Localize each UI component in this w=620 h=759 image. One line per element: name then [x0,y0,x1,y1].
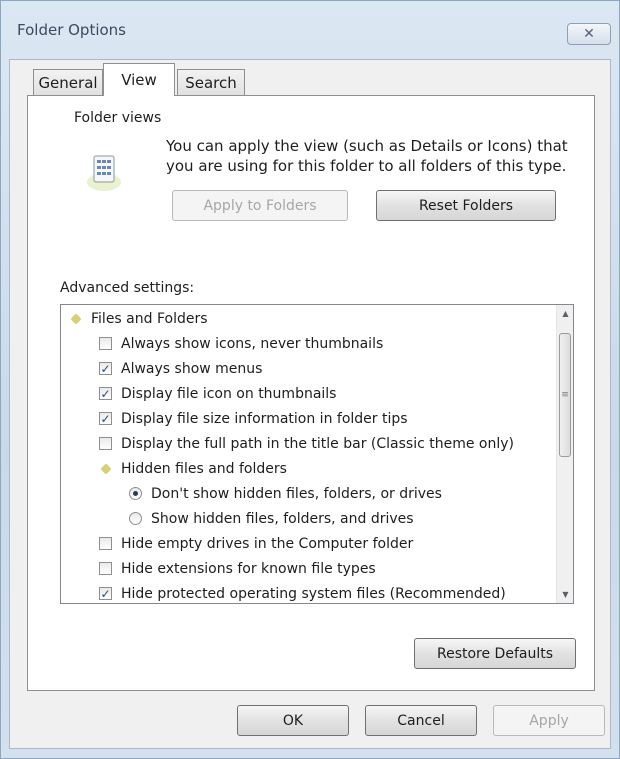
list-item[interactable]: ✓ Display file icon on thumbnails [99,381,336,406]
list-item[interactable]: Always show icons, never thumbnails [99,331,383,356]
vertical-scrollbar[interactable]: ▲ ≡ ▼ [556,305,573,603]
folder-views-heading: Folder views [74,110,162,126]
checkbox[interactable]: ✓ [99,362,112,375]
list-item-label: Display file size information in folder … [121,410,408,427]
scrollbar-thumb[interactable]: ≡ [559,333,571,457]
list-item[interactable]: Hide extensions for known file types [99,556,376,581]
checkbox[interactable]: ✓ [99,387,112,400]
close-icon: ✕ [583,26,595,42]
folder-category-icon [99,462,112,475]
checkbox[interactable] [99,437,112,450]
list-item-label: Files and Folders [91,310,208,327]
apply-to-folders-button[interactable]: Apply to Folders [172,190,348,221]
tab-search[interactable]: Search [177,69,245,95]
list-item[interactable]: Hide empty drives in the Computer folder [99,531,413,556]
folder-options-window: Folder Options ✕ General View Search Fol… [0,0,620,759]
list-item[interactable]: ✓ Always show menus [99,356,262,381]
ok-button[interactable]: OK [237,705,349,736]
checkbox[interactable] [99,562,112,575]
advanced-settings-heading: Advanced settings: [60,280,195,296]
list-item-label: Always show icons, never thumbnails [121,335,384,352]
list-item-label: Hide empty drives in the Computer folder [121,535,414,552]
checkmark-icon: ✓ [100,361,111,376]
folder-category-icon [69,312,82,325]
radio-selected-dot [133,491,138,496]
close-button[interactable]: ✕ [567,23,611,45]
list-item[interactable]: Display the full path in the title bar (… [99,431,514,456]
list-item-label: Don't show hidden files, folders, or dri… [151,485,442,502]
checkbox[interactable] [99,537,112,550]
radio-button[interactable] [129,512,142,525]
checkmark-icon: ✓ [100,386,111,401]
list-item-label: Always show menus [121,360,263,377]
list-item-label: Hide extensions for known file types [121,560,376,577]
checkbox[interactable] [99,337,112,350]
scroll-up-icon[interactable]: ▲ [557,305,573,322]
advanced-settings-tree[interactable]: Files and Folders Always show icons, nev… [60,304,574,604]
folder-views-icon [87,155,121,191]
title-bar[interactable]: Folder Options ✕ [1,1,619,61]
list-item[interactable]: ✓ Display file size information in folde… [99,406,408,431]
list-item[interactable]: ✓ Hide protected operating system files … [99,581,506,603]
list-item-label: Display the full path in the title bar (… [121,435,515,452]
radio-button[interactable] [129,487,142,500]
checkmark-icon: ✓ [100,411,111,426]
restore-defaults-button[interactable]: Restore Defaults [414,638,576,669]
folder-views-description: You can apply the view (such as Details … [166,137,568,175]
list-item-label: Show hidden files, folders, and drives [151,510,414,527]
tab-view-label: View [121,71,157,89]
reset-folders-button[interactable]: Reset Folders [376,190,556,221]
list-item[interactable]: Don't show hidden files, folders, or dri… [129,481,442,506]
checkbox[interactable]: ✓ [99,587,112,600]
cancel-button[interactable]: Cancel [365,705,477,736]
view-tab-panel: Folder views You can apply the view (suc… [27,95,595,691]
list-item-label: Hide protected operating system files (R… [121,585,506,602]
checkmark-icon: ✓ [100,586,111,601]
tab-general-label: General [38,73,98,92]
tree-category-hidden-files[interactable]: Hidden files and folders [99,456,287,481]
list-item-label: Display file icon on thumbnails [121,385,337,402]
list-item[interactable]: Show hidden files, folders, and drives [129,506,414,531]
tab-search-label: Search [185,73,237,92]
scroll-down-icon[interactable]: ▼ [557,586,573,603]
tab-general[interactable]: General [33,69,103,95]
tab-view[interactable]: View [103,63,175,96]
apply-button[interactable]: Apply [493,705,605,736]
window-title: Folder Options [17,21,126,39]
checkbox[interactable]: ✓ [99,412,112,425]
tree-category-files-and-folders[interactable]: Files and Folders [69,306,208,331]
list-item-label: Hidden files and folders [121,460,287,477]
